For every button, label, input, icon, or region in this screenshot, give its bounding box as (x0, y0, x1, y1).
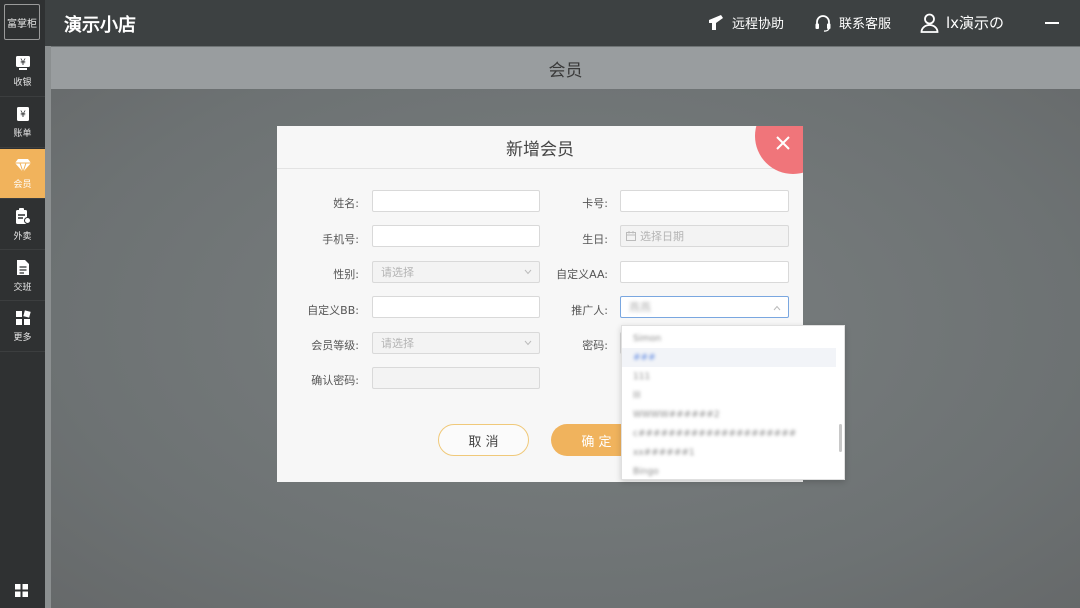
minimize-button[interactable] (1045, 22, 1059, 24)
page-title: 会员 (51, 47, 1080, 89)
level-select[interactable]: 请选择 (372, 332, 540, 354)
remote-help-label: 远程协助 (732, 17, 785, 32)
gender-label: 性别: (333, 268, 359, 281)
top-bar: 演示小店 远程协助 联系客服 lx演示の (45, 0, 1080, 46)
confirm-password-input[interactable] (372, 367, 540, 389)
birthday-placeholder: 选择日期 (640, 230, 684, 243)
sidebar-item-handover[interactable]: 交班 (0, 251, 45, 301)
card-no-input[interactable] (620, 190, 789, 212)
birthday-picker[interactable]: 选择日期 (620, 225, 789, 247)
cancel-button[interactable]: 取 消 (438, 424, 529, 456)
custom-bb-label: 自定义BB: (307, 304, 359, 317)
remote-help-icon (709, 14, 723, 30)
birthday-label: 生日: (582, 233, 608, 246)
referrer-select[interactable]: 燕燕 (620, 296, 789, 318)
remote-help-button[interactable]: 远程协助 (707, 13, 784, 32)
dropdown-option[interactable]: Simon (622, 329, 836, 348)
sidebar-item-label: 外卖 (13, 231, 32, 242)
sidebar-item-bill[interactable]: ¥ 账单 (0, 98, 45, 148)
dropdown-option[interactable]: xx######1 (622, 443, 836, 462)
password-label: 密码: (582, 339, 608, 352)
option-label: WWWW######2 (633, 409, 720, 420)
sidebar-item-cashier[interactable]: ¥ 收银 (0, 47, 45, 97)
referrer-dropdown[interactable]: Simon ### 111 lll WWWW######2 c#########… (621, 325, 845, 480)
name-label: 姓名: (333, 197, 359, 210)
apps-grid-icon[interactable] (15, 584, 28, 597)
sidebar-item-more[interactable]: 更多 (0, 302, 45, 352)
chevron-down-icon (524, 340, 532, 346)
contact-service-button[interactable]: 联系客服 (814, 13, 891, 32)
referrer-value: 燕燕 (629, 301, 651, 314)
calendar-icon (626, 231, 636, 241)
confirm-password-label: 确认密码: (311, 374, 359, 387)
phone-input[interactable] (372, 225, 540, 247)
headset-icon (815, 14, 831, 32)
chevron-up-icon (773, 305, 781, 311)
user-menu[interactable]: lx演示の (920, 12, 1004, 33)
store-name: 演示小店 (64, 15, 136, 36)
sidebar: 富掌柜 ¥ 收银 ¥ 账单 会员 外卖 交班 更多 (0, 0, 45, 608)
phone-label: 手机号: (322, 233, 359, 246)
takeout-icon (15, 207, 31, 224)
sidebar-item-label: 更多 (13, 333, 32, 343)
dropdown-scrollbar[interactable] (839, 424, 842, 452)
dialog-title-text: 新增会员 (506, 139, 574, 160)
dropdown-option[interactable]: WWWW######2 (622, 405, 836, 424)
dropdown-option[interactable]: c##################### (622, 424, 836, 443)
dialog-title: 新增会员 (277, 126, 803, 169)
option-label: ### (633, 352, 656, 363)
chevron-down-icon (524, 269, 532, 275)
option-label: c##################### (633, 428, 797, 439)
dropdown-option[interactable]: Bingo (622, 462, 836, 479)
svg-text:¥: ¥ (20, 110, 26, 120)
option-label: 111 (633, 371, 651, 382)
user-name: lx演示の (946, 14, 1005, 32)
dropdown-option[interactable]: 111 (622, 367, 836, 386)
level-placeholder: 请选择 (381, 337, 414, 350)
dropdown-option[interactable]: lll (622, 386, 836, 405)
gender-select[interactable]: 请选择 (372, 261, 540, 283)
cashier-icon: ¥ (15, 56, 30, 70)
sidebar-item-label: 账单 (13, 129, 32, 139)
referrer-label: 推广人: (571, 304, 608, 317)
option-label: xx######1 (633, 447, 695, 458)
option-label: Simon (633, 333, 662, 344)
option-label: lll (633, 390, 641, 401)
diamond-icon (14, 158, 31, 173)
close-icon (776, 136, 790, 150)
sidebar-item-takeout[interactable]: 外卖 (0, 200, 45, 250)
sidebar-item-label: 收银 (13, 78, 32, 88)
custom-aa-input[interactable] (620, 261, 789, 283)
sidebar-item-member[interactable]: 会员 (0, 149, 45, 199)
more-icon (15, 310, 31, 325)
level-label: 会员等级: (311, 339, 359, 352)
name-input[interactable] (372, 190, 540, 212)
card-no-label: 卡号: (582, 197, 608, 210)
option-label: Bingo (633, 466, 659, 477)
handover-icon (16, 259, 29, 275)
page-title-text: 会员 (548, 60, 583, 81)
dropdown-option[interactable]: ### (622, 348, 836, 367)
bill-icon: ¥ (16, 107, 29, 121)
custom-bb-input[interactable] (372, 296, 540, 318)
gender-placeholder: 请选择 (381, 266, 414, 279)
svg-text:¥: ¥ (20, 58, 26, 68)
app-logo: 富掌柜 (4, 4, 40, 40)
user-icon (920, 13, 939, 33)
contact-service-label: 联系客服 (839, 17, 892, 32)
sidebar-item-label: 会员 (13, 179, 32, 190)
custom-aa-label: 自定义AA: (556, 268, 608, 281)
sidebar-item-label: 交班 (13, 282, 32, 293)
